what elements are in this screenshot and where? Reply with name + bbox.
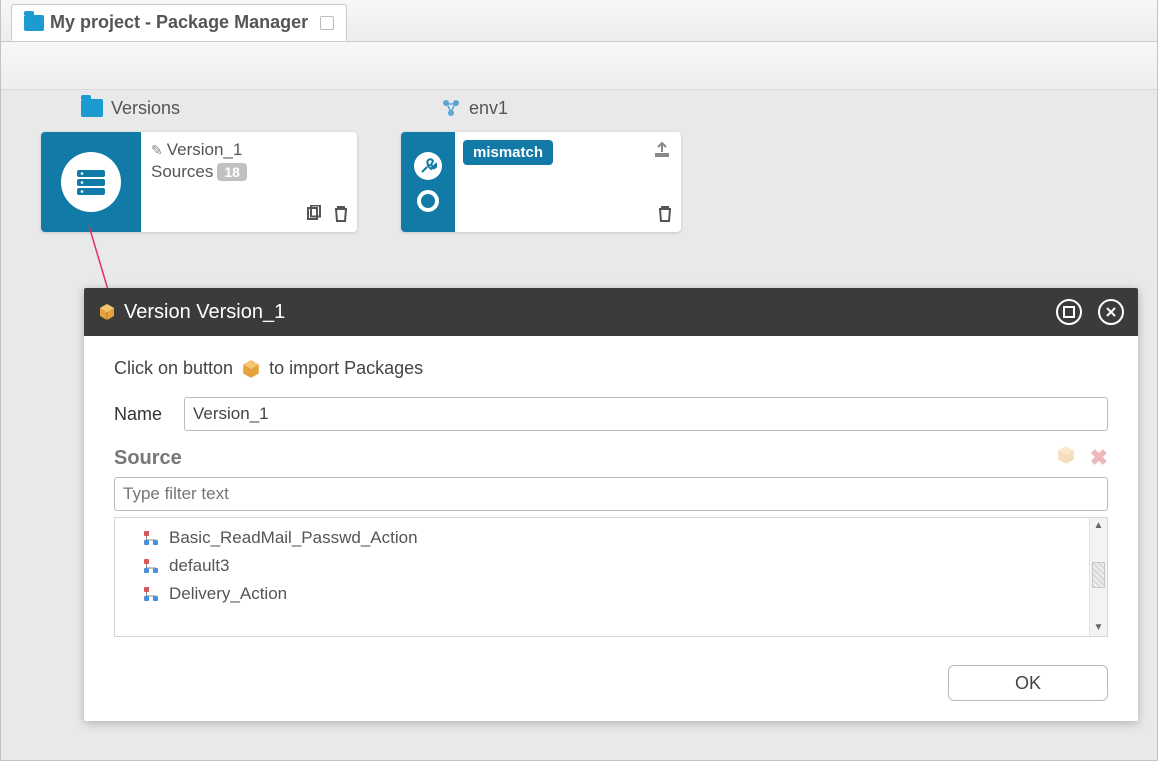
tab-bar: My project - Package Manager [1,0,1157,42]
package-icon [1056,445,1076,465]
folder-icon [81,99,103,117]
maximize-button[interactable] [1056,299,1082,325]
version-title: Version_1 [167,140,243,160]
tools-icon [414,152,442,180]
close-panel-button[interactable] [1098,299,1124,325]
version-detail-panel: Version Version_1 Click on button to imp… [84,288,1138,721]
scroll-thumb[interactable] [1092,562,1105,588]
disc-icon [417,190,439,212]
version-card[interactable]: ✎ Version_1 Sources 18 [41,132,357,232]
copy-button[interactable] [305,205,323,226]
sequence-icon [143,558,159,574]
source-filter-input[interactable] [114,477,1108,511]
version-card-icon [41,132,141,232]
list-item[interactable]: Basic_ReadMail_Passwd_Action [115,524,1107,552]
list-item-label: Basic_ReadMail_Passwd_Action [169,528,418,548]
environment-card[interactable]: mismatch [401,132,681,232]
toolbar [1,42,1157,90]
edit-icon[interactable]: ✎ [151,142,163,159]
tab-title: My project - Package Manager [50,12,308,33]
panel-title: Version Version_1 [124,301,285,324]
hint-after: to import Packages [269,358,423,379]
name-label: Name [114,404,172,425]
tab-close-button[interactable] [320,16,334,30]
column-header-env: env1 [441,98,508,119]
trash-icon [657,205,673,223]
upload-button[interactable] [653,140,671,161]
status-badge: mismatch [463,140,553,165]
source-list: Basic_ReadMail_Passwd_Action default3 De… [114,517,1108,637]
delete-button[interactable] [333,205,349,226]
package-icon [241,359,261,379]
column-header-versions: Versions [81,98,441,119]
list-item[interactable]: default3 [115,552,1107,580]
list-item-label: Delivery_Action [169,584,287,604]
scrollbar[interactable]: ▲ ▼ [1089,518,1107,636]
package-icon [98,303,116,321]
environment-icon [441,98,461,118]
env-label: env1 [469,98,508,119]
scroll-up-icon[interactable]: ▲ [1090,518,1107,534]
list-item[interactable]: Delivery_Action [115,580,1107,608]
upload-icon [653,140,671,158]
name-input[interactable] [184,397,1108,431]
maximize-icon [1063,306,1075,318]
scroll-down-icon[interactable]: ▼ [1090,620,1107,636]
close-icon [1105,306,1117,318]
folder-icon [24,15,44,31]
sources-label: Sources [151,162,213,182]
tab-package-manager[interactable]: My project - Package Manager [11,4,347,41]
sources-count-badge: 18 [217,163,247,181]
copy-icon [305,205,323,223]
versions-label: Versions [111,98,180,119]
sequence-icon [143,586,159,602]
source-section-label: Source [114,447,182,470]
server-icon [73,164,109,200]
sequence-icon [143,530,159,546]
import-package-button[interactable] [1056,445,1076,471]
delete-env-button[interactable] [657,205,673,226]
trash-icon [333,205,349,223]
import-hint: Click on button to import Packages [114,358,1108,379]
list-item-label: default3 [169,556,230,576]
panel-header: Version Version_1 [84,288,1138,336]
remove-source-button[interactable]: ✖ [1090,445,1108,471]
hint-before: Click on button [114,358,233,379]
ok-button[interactable]: OK [948,665,1108,701]
